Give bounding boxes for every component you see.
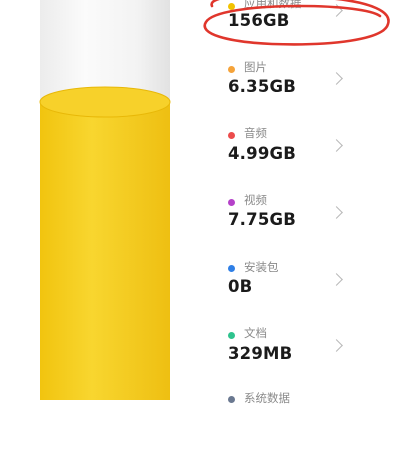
list-item-documents[interactable]: 文档 329MB (188, 324, 400, 390)
chevron-right-icon (330, 139, 343, 152)
audio-size: 4.99GB (228, 144, 297, 163)
packages-label: 安装包 (244, 260, 279, 274)
apps-size: 156GB (228, 11, 290, 30)
apps-color-dot (228, 3, 235, 10)
documents-label: 文档 (244, 326, 267, 340)
images-label: 图片 (244, 60, 267, 74)
list-item-video[interactable]: 视频 7.75GB (188, 191, 400, 257)
chevron-right-icon (330, 72, 343, 85)
system-label: 系统数据 (244, 391, 290, 405)
video-color-dot (228, 199, 235, 206)
list-item-audio[interactable]: 音频 4.99GB (188, 124, 400, 190)
chevron-right-icon (330, 339, 343, 352)
images-color-dot (228, 66, 235, 73)
documents-color-dot (228, 332, 235, 339)
video-size: 7.75GB (228, 210, 297, 229)
packages-color-dot (228, 265, 235, 272)
documents-size: 329MB (228, 344, 293, 363)
chevron-right-icon (330, 273, 343, 286)
audio-label: 音频 (244, 126, 267, 140)
packages-size: 0B (228, 277, 253, 296)
chevron-right-icon (330, 4, 343, 17)
audio-color-dot (228, 132, 235, 139)
images-size: 6.35GB (228, 77, 297, 96)
video-label: 视频 (244, 193, 267, 207)
list-item-install-packages[interactable]: 安装包 0B (188, 258, 400, 324)
chevron-right-icon (330, 206, 343, 219)
apps-label: 应用和数据 (244, 0, 302, 10)
list-item-images[interactable]: 图片 6.35GB (188, 58, 400, 124)
list-item-apps-data[interactable]: 应用和数据 156GB (188, 0, 400, 60)
storage-breakdown-list: 应用和数据 156GB 图片 6.35GB 音频 4.99GB 视频 7.75G… (0, 0, 400, 405)
